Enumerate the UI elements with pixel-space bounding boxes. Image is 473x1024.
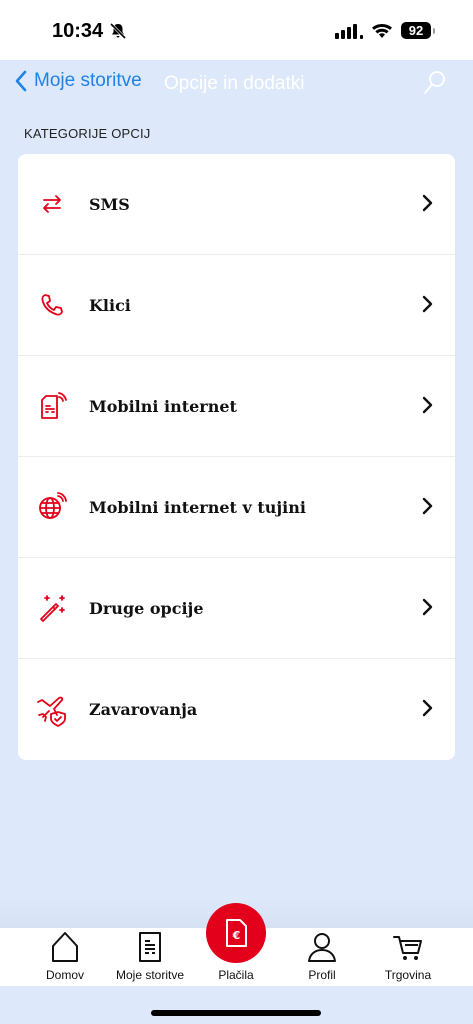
user-icon	[308, 933, 336, 962]
chevron-right-icon	[422, 396, 433, 414]
chevron-left-icon	[15, 70, 27, 92]
tab-profile[interactable]: Profil	[277, 928, 367, 986]
category-row-sms[interactable]: SMS	[18, 154, 455, 255]
euro-document-icon: €	[226, 919, 247, 947]
category-label: Klici	[89, 295, 131, 315]
chevron-right-icon	[422, 295, 433, 313]
chevron-right-icon	[422, 194, 433, 212]
tab-label: Plačila	[218, 968, 254, 982]
page-title: Opcije in dodatki	[164, 73, 305, 94]
wifi-icon	[372, 23, 392, 38]
payments-button[interactable]: €	[206, 903, 266, 963]
category-label: Mobilni internet	[89, 396, 237, 416]
category-row-other-options[interactable]: Druge opcije	[18, 558, 455, 659]
tab-label: Profil	[308, 968, 336, 982]
phone-icon	[34, 287, 70, 323]
tab-shop[interactable]: Trgovina	[363, 928, 453, 986]
category-label: Mobilni internet v tujini	[89, 497, 306, 517]
chevron-right-icon	[422, 497, 433, 515]
home-icon	[52, 932, 78, 962]
back-button-label: Moje storitve	[34, 70, 142, 91]
home-indicator	[151, 1010, 321, 1016]
magic-wand-icon	[34, 590, 70, 626]
home-indicator-area	[0, 986, 473, 1024]
arrows-exchange-icon	[34, 186, 70, 222]
chevron-right-icon	[422, 598, 433, 616]
sim-signal-icon	[34, 388, 70, 424]
section-heading: KATEGORIJE OPCIJ	[24, 126, 151, 141]
navigation-bar: Moje storitve Opcije in dodatki	[0, 60, 473, 108]
search-icon[interactable]	[423, 70, 447, 96]
category-label: Druge opcije	[89, 598, 204, 618]
category-list: SMS Klici Mobilni internet Mobilni inter…	[18, 154, 455, 760]
tab-home[interactable]: Domov	[20, 928, 110, 986]
battery-indicator: 92	[401, 22, 435, 39]
tab-label: Domov	[45, 968, 84, 982]
category-row-roaming-internet[interactable]: Mobilni internet v tujini	[18, 457, 455, 558]
status-time: 10:34	[52, 20, 104, 42]
globe-signal-icon	[34, 489, 70, 525]
tab-label: Trgovina	[384, 968, 432, 982]
chevron-right-icon	[422, 699, 433, 717]
category-row-calls[interactable]: Klici	[18, 255, 455, 356]
status-bar: 10:34 92	[0, 0, 473, 60]
tab-label: Moje storitve	[115, 968, 185, 982]
category-row-mobile-internet[interactable]: Mobilni internet	[18, 356, 455, 457]
category-label: SMS	[89, 194, 130, 214]
cellular-signal-icon	[335, 23, 363, 39]
plane-shield-icon	[34, 692, 70, 728]
tab-my-services[interactable]: Moje storitve	[105, 928, 195, 986]
bell-muted-icon	[109, 22, 127, 40]
cart-icon	[393, 936, 422, 960]
category-label: Zavarovanja	[89, 700, 198, 719]
document-icon	[139, 932, 161, 962]
svg-text:€: €	[232, 929, 241, 942]
category-row-insurance[interactable]: Zavarovanja	[18, 659, 455, 760]
back-button[interactable]: Moje storitve	[14, 70, 142, 92]
